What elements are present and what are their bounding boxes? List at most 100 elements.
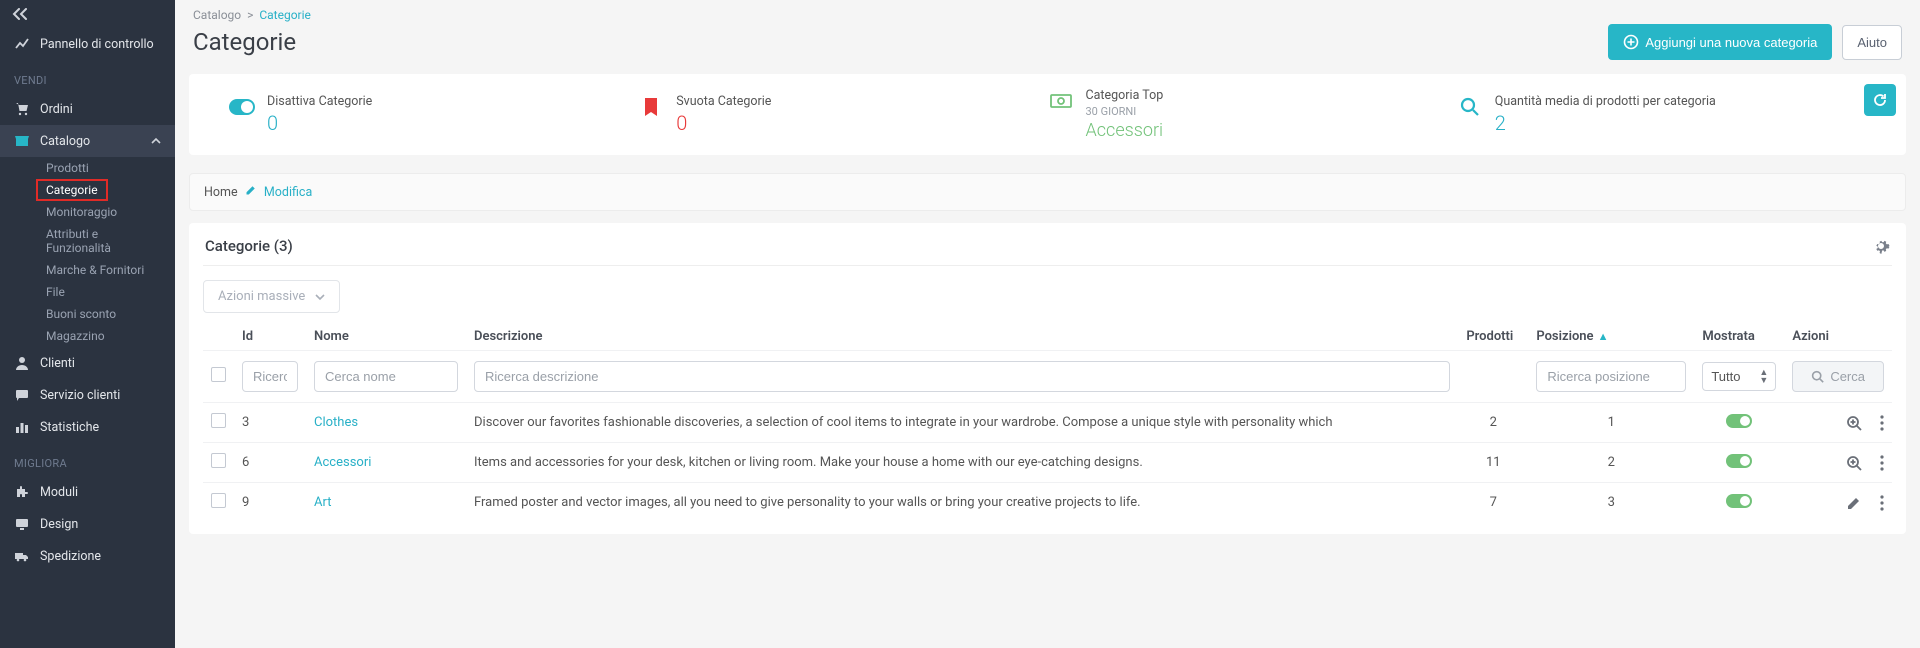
breadcrumb-root: Catalogo bbox=[193, 8, 241, 22]
search-name-input[interactable] bbox=[314, 361, 458, 392]
edit-link[interactable]: Modifica bbox=[264, 185, 312, 200]
monitor-icon bbox=[14, 516, 30, 532]
search-icon bbox=[1457, 94, 1483, 120]
kebab-icon[interactable] bbox=[1880, 495, 1884, 511]
search-id-input[interactable] bbox=[242, 361, 298, 392]
zoom-icon[interactable] bbox=[1846, 415, 1862, 431]
sidebar-item-design[interactable]: Design bbox=[0, 508, 175, 540]
table-row[interactable]: 6AccessoriItems and accessories for your… bbox=[203, 443, 1892, 483]
add-category-label: Aggiungi una nuova categoria bbox=[1645, 35, 1817, 50]
col-shown[interactable]: Mostrata bbox=[1694, 321, 1784, 351]
stat-label: Svuota Categorie bbox=[676, 94, 771, 109]
bars-icon bbox=[14, 419, 30, 435]
search-icon bbox=[1811, 370, 1824, 383]
breadcrumb-current[interactable]: Categorie bbox=[259, 8, 311, 22]
cell-id: 9 bbox=[234, 483, 306, 523]
sidebar-item-catalog[interactable]: Catalogo bbox=[0, 125, 175, 157]
col-position[interactable]: Posizione▲ bbox=[1528, 321, 1694, 351]
cell-position: 3 bbox=[1528, 483, 1694, 523]
sidebar-item-label: Servizio clienti bbox=[40, 388, 120, 403]
breadcrumb: Catalogo > Categorie bbox=[175, 0, 1920, 24]
sidebar-item-orders[interactable]: Ordini bbox=[0, 93, 175, 125]
sidebar-item-label: Spedizione bbox=[40, 549, 101, 564]
sidebar-sub-categorie[interactable]: Categorie bbox=[36, 179, 108, 201]
select-all-checkbox[interactable] bbox=[211, 367, 226, 382]
user-icon bbox=[14, 355, 30, 371]
stat-value: 0 bbox=[676, 111, 771, 135]
sidebar-collapse[interactable] bbox=[0, 0, 175, 28]
sidebar-sub-buoni[interactable]: Buoni sconto bbox=[36, 303, 175, 325]
cell-id: 3 bbox=[234, 403, 306, 443]
cell-desc: Discover our favorites fashionable disco… bbox=[466, 403, 1458, 443]
cart-icon bbox=[14, 101, 30, 117]
table-row[interactable]: 3 Clothes Discover our favorites fashionab… bbox=[203, 403, 1892, 443]
shown-toggle[interactable] bbox=[1726, 494, 1752, 508]
cell-desc: Items and accessories for your desk, kit… bbox=[466, 443, 1458, 483]
row-checkbox[interactable] bbox=[211, 493, 226, 508]
sidebar-item-clients[interactable]: Clienti bbox=[0, 347, 175, 379]
gear-icon[interactable] bbox=[1872, 237, 1890, 255]
cell-desc: Framed poster and vector images, all you… bbox=[466, 483, 1458, 523]
toggle-icon bbox=[229, 94, 255, 120]
sidebar-item-stats[interactable]: Statistiche bbox=[0, 411, 175, 443]
kebab-icon[interactable] bbox=[1880, 415, 1884, 431]
col-name[interactable]: Nome bbox=[306, 321, 466, 351]
col-actions: Azioni bbox=[1784, 321, 1892, 351]
home-label: Home bbox=[204, 185, 238, 200]
search-position-input[interactable] bbox=[1536, 361, 1686, 392]
table-row[interactable]: 9 Art Framed poster and vector images, all… bbox=[203, 483, 1892, 523]
sidebar-item-label: Moduli bbox=[40, 485, 78, 500]
sidebar-item-shipping[interactable]: Spedizione bbox=[0, 540, 175, 572]
row-checkbox[interactable] bbox=[211, 413, 226, 428]
search-shown-select[interactable]: Tutto bbox=[1702, 362, 1776, 391]
col-desc[interactable]: Descrizione bbox=[466, 321, 1458, 351]
shown-toggle[interactable] bbox=[1726, 454, 1752, 468]
kebab-icon[interactable] bbox=[1880, 455, 1884, 471]
stat-avg-products: Quantità media di prodotti per categoria… bbox=[1457, 94, 1866, 135]
cell-products: 11 bbox=[1458, 443, 1528, 483]
sidebar-sub-file[interactable]: File bbox=[36, 281, 175, 303]
cell-name-link[interactable]: Accessori bbox=[314, 455, 371, 470]
row-checkbox[interactable] bbox=[211, 453, 226, 468]
add-category-button[interactable]: Aggiungi una nuova categoria bbox=[1608, 24, 1832, 60]
cell-position: 2 bbox=[1528, 443, 1694, 483]
sidebar-sub-magazzino[interactable]: Magazzino bbox=[36, 325, 175, 347]
stat-label: Disattiva Categorie bbox=[267, 94, 372, 109]
search-button[interactable]: Cerca bbox=[1792, 361, 1884, 392]
sidebar: Pannello di controllo VENDI Ordini Catal… bbox=[0, 0, 175, 648]
bulk-actions-label: Azioni massive bbox=[218, 289, 305, 304]
stat-value: Accessori bbox=[1086, 120, 1164, 141]
sidebar-item-label: Ordini bbox=[40, 102, 73, 117]
plus-circle-icon bbox=[1623, 34, 1639, 50]
sidebar-item-label: Pannello di controllo bbox=[40, 37, 154, 52]
stat-value: 2 bbox=[1495, 111, 1716, 135]
cell-name-link[interactable]: Art bbox=[314, 495, 331, 510]
sidebar-item-label: Clienti bbox=[40, 356, 75, 371]
col-products[interactable]: Prodotti bbox=[1458, 321, 1528, 351]
stat-disable-categories: Disattiva Categorie 0 bbox=[229, 94, 638, 135]
zoom-icon[interactable] bbox=[1846, 455, 1862, 471]
cell-name-link[interactable]: Clothes bbox=[314, 415, 358, 430]
search-desc-input[interactable] bbox=[474, 361, 1450, 392]
sidebar-sub-marche[interactable]: Marche & Fornitori bbox=[36, 259, 175, 281]
sidebar-sub-monitoraggio[interactable]: Monitoraggio bbox=[36, 201, 175, 223]
trend-icon bbox=[14, 36, 30, 52]
truck-icon bbox=[14, 548, 30, 564]
main-content: Catalogo > Categorie Categorie Aggiungi … bbox=[175, 0, 1920, 648]
refresh-button[interactable] bbox=[1864, 84, 1896, 116]
help-button[interactable]: Aiuto bbox=[1842, 25, 1902, 60]
sidebar-sub-prodotti[interactable]: Prodotti bbox=[36, 157, 175, 179]
shown-toggle[interactable] bbox=[1726, 414, 1752, 428]
sidebar-sub-attributi[interactable]: Attributi e Funzionalità bbox=[36, 223, 175, 259]
sidebar-item-modules[interactable]: Moduli bbox=[0, 476, 175, 508]
col-id[interactable]: Id bbox=[234, 321, 306, 351]
sidebar-item-label: Statistiche bbox=[40, 420, 99, 435]
edit-icon[interactable] bbox=[1846, 495, 1862, 511]
stat-top-category: Categoria Top 30 GIORNI Accessori bbox=[1048, 88, 1457, 141]
sidebar-item-label: Design bbox=[40, 517, 78, 532]
bulk-actions-button[interactable]: Azioni massive bbox=[203, 280, 340, 313]
sidebar-item-customerservice[interactable]: Servizio clienti bbox=[0, 379, 175, 411]
sidebar-item-dashboard[interactable]: Pannello di controllo bbox=[0, 28, 175, 60]
money-icon bbox=[1048, 88, 1074, 114]
sidebar-section-sell: VENDI bbox=[0, 60, 175, 93]
